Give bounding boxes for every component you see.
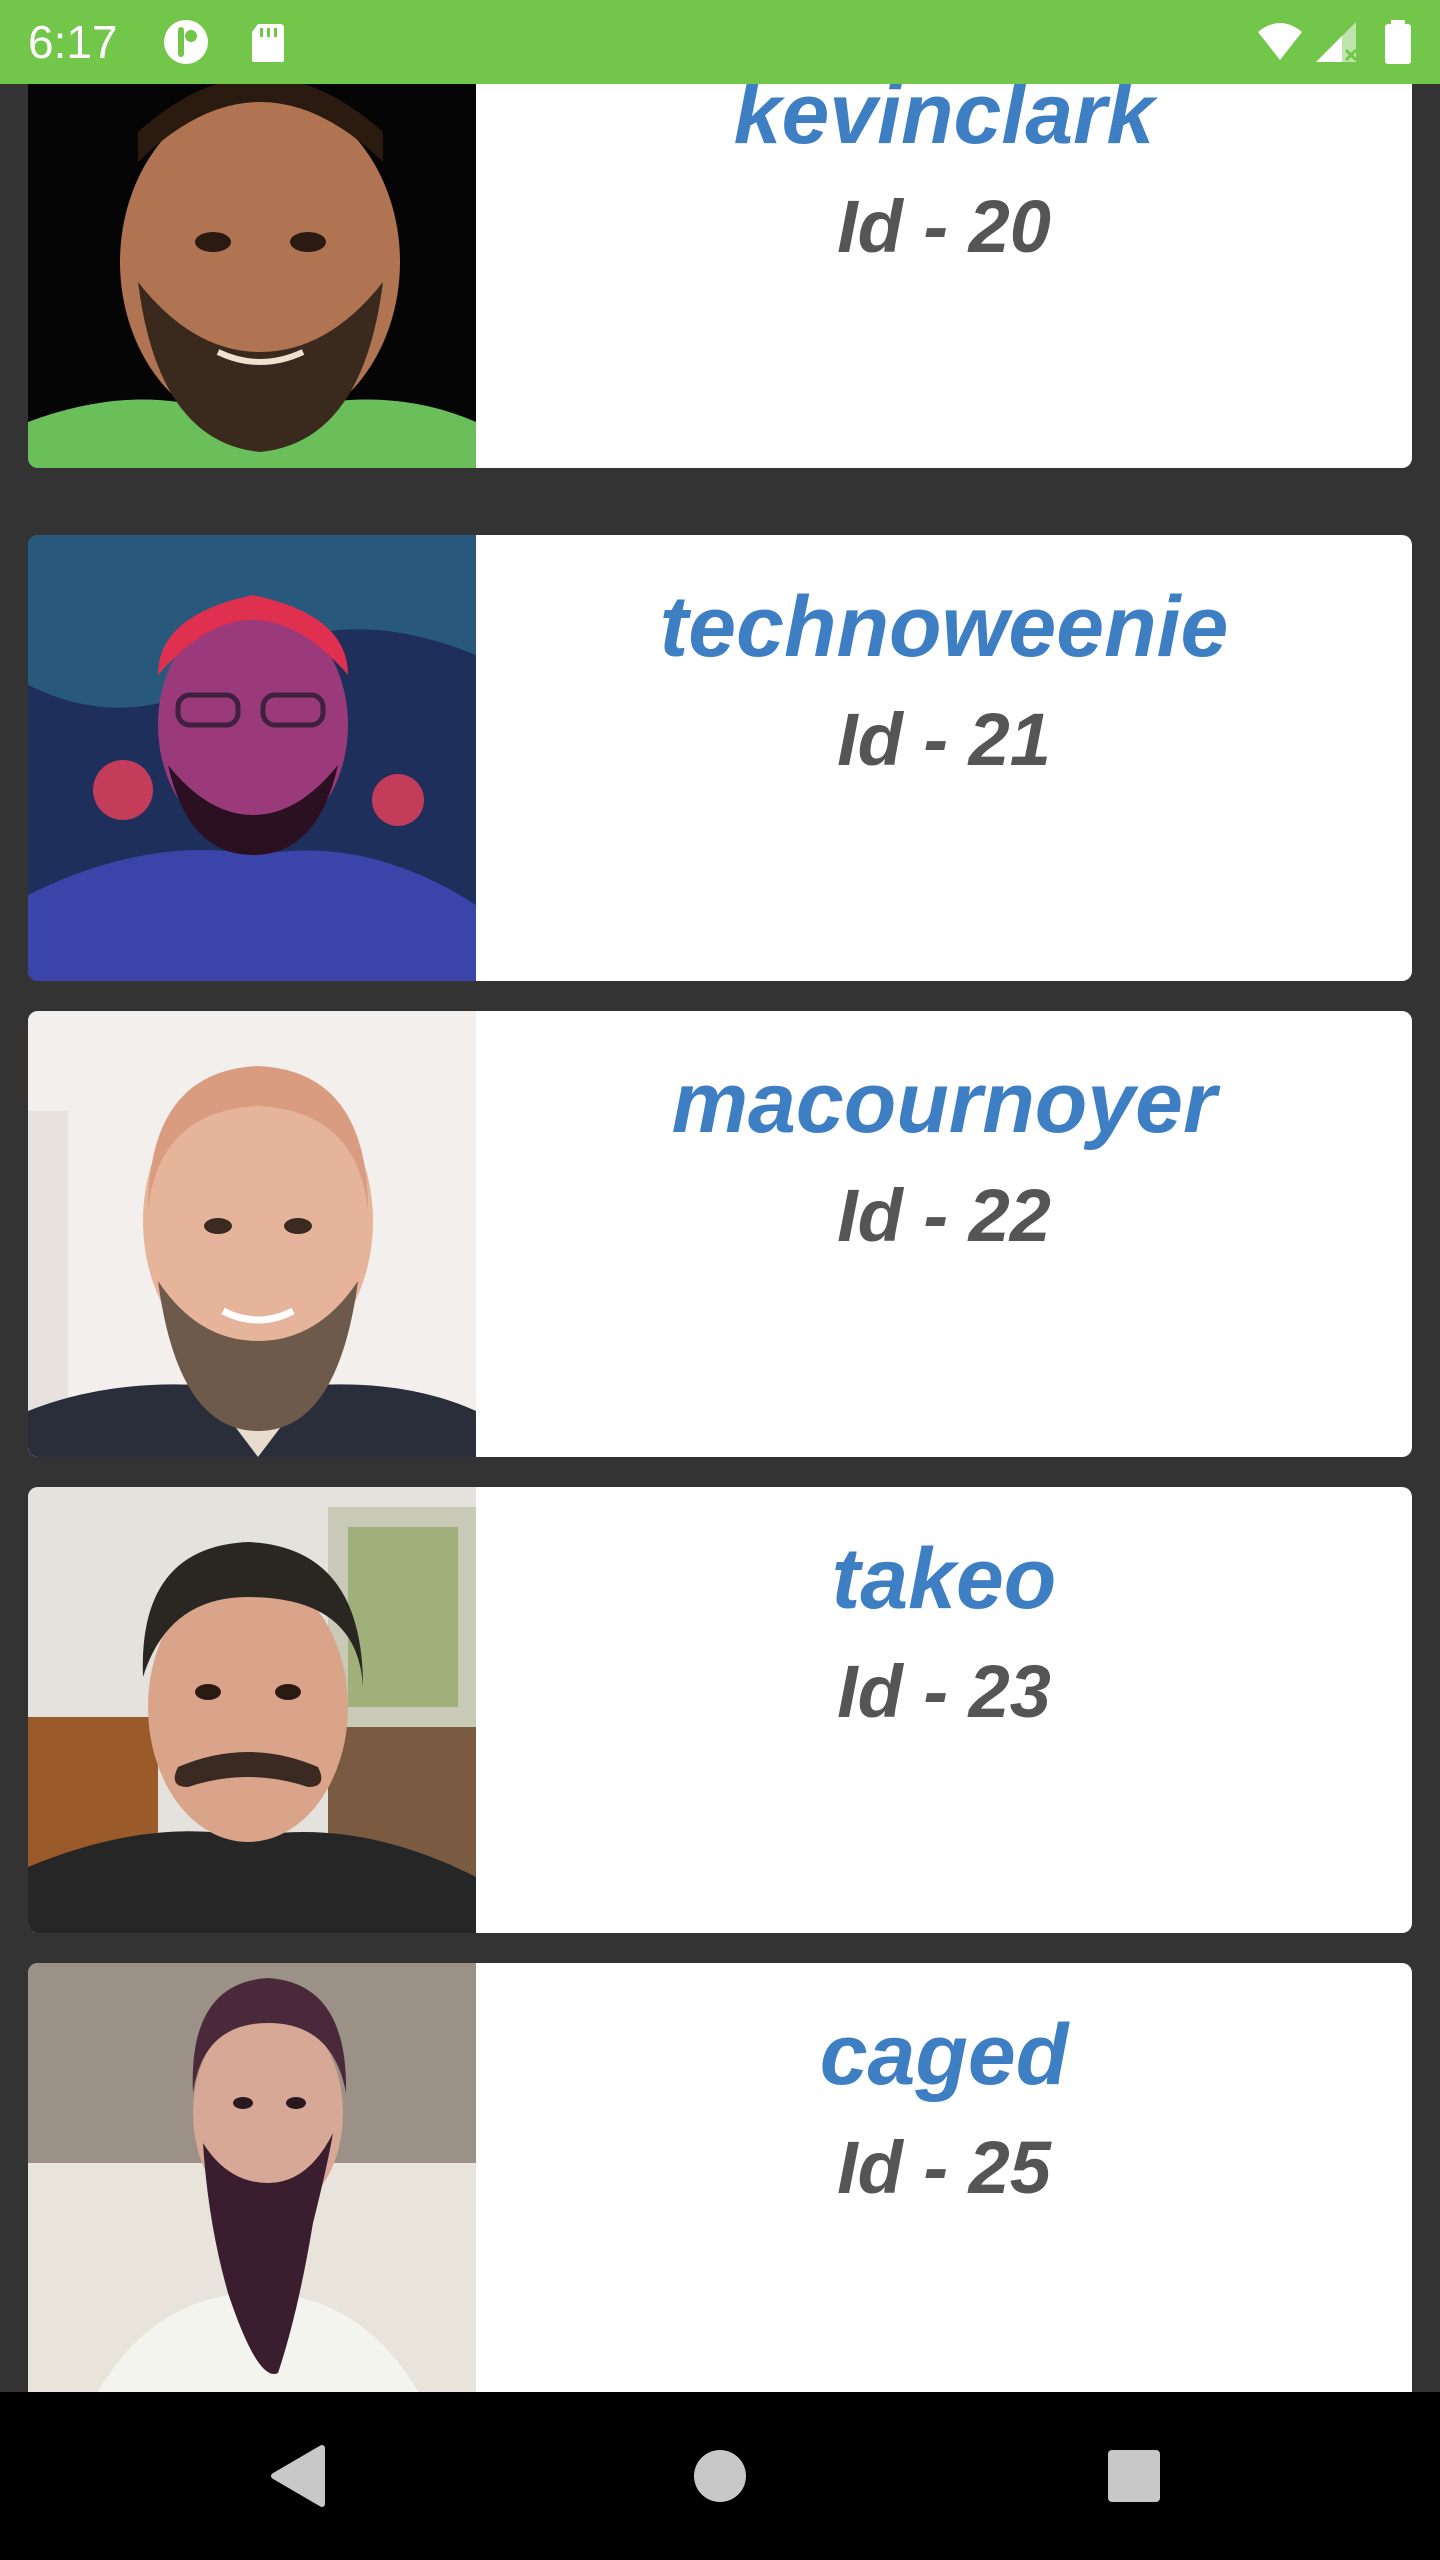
- back-icon[interactable]: [260, 2436, 340, 2516]
- username: technoweenie: [659, 579, 1229, 675]
- user-card[interactable]: caged Id - 25: [28, 1963, 1412, 2392]
- user-card[interactable]: technoweenie Id - 21: [28, 535, 1412, 981]
- sd-card-icon: [244, 18, 292, 66]
- cellular-signal-icon: [1312, 18, 1360, 66]
- user-id: Id - 23: [837, 1650, 1051, 1733]
- navigation-bar: [0, 2392, 1440, 2560]
- user-list[interactable]: kevinclark Id - 20 technoweenie Id - 21: [0, 84, 1440, 2392]
- user-avatar: [28, 1011, 476, 1457]
- user-avatar: [28, 84, 476, 468]
- battery-icon: [1374, 18, 1422, 66]
- username: takeo: [831, 1531, 1057, 1627]
- home-icon[interactable]: [680, 2436, 760, 2516]
- user-info: macournoyer Id - 22: [476, 1011, 1412, 1457]
- user-card[interactable]: kevinclark Id - 20: [28, 84, 1412, 468]
- recents-icon[interactable]: [1094, 2436, 1174, 2516]
- user-id: Id - 25: [837, 2126, 1051, 2209]
- username: macournoyer: [671, 1055, 1217, 1151]
- user-info: caged Id - 25: [476, 1963, 1412, 2392]
- user-info: kevinclark Id - 20: [476, 84, 1412, 468]
- user-id: Id - 20: [837, 185, 1051, 268]
- user-info: technoweenie Id - 21: [476, 535, 1412, 981]
- status-bar: 6:17: [0, 0, 1440, 84]
- username: kevinclark: [733, 84, 1155, 162]
- user-avatar: [28, 1487, 476, 1933]
- user-card[interactable]: macournoyer Id - 22: [28, 1011, 1412, 1457]
- user-id: Id - 21: [837, 698, 1051, 781]
- username: caged: [819, 2007, 1069, 2103]
- user-id: Id - 22: [837, 1174, 1051, 1257]
- user-info: takeo Id - 23: [476, 1487, 1412, 1933]
- user-avatar: [28, 1963, 476, 2392]
- notification-app-icon: [162, 18, 210, 66]
- user-avatar: [28, 535, 476, 981]
- wifi-icon: [1256, 18, 1304, 66]
- status-time: 6:17: [28, 16, 118, 68]
- user-card[interactable]: takeo Id - 23: [28, 1487, 1412, 1933]
